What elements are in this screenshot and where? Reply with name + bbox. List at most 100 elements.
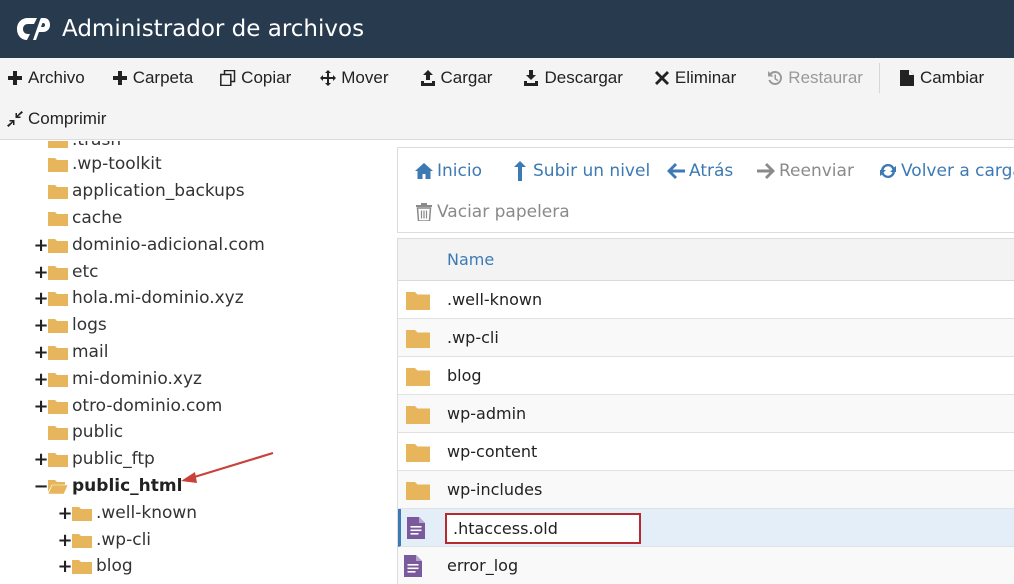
refresh-icon [878, 161, 898, 181]
file-name: blog [447, 366, 482, 385]
file-icon [898, 69, 916, 87]
folder-icon [406, 290, 430, 310]
expand-icon[interactable]: + [57, 556, 72, 577]
tree-item[interactable]: + hola.mi-dominio.xyz [33, 285, 244, 311]
file-list-table: Name .well-known .wp-cli blog wp-admin wp-co… [397, 238, 1014, 584]
toolbar-row-1: Archivo Carpeta Copiar Mover Cargar Desc… [0, 58, 984, 98]
table-row[interactable]: wp-content [398, 433, 1014, 471]
table-row[interactable]: wp-admin [398, 395, 1014, 433]
trash-icon [414, 202, 434, 222]
tree-item[interactable]: − public_html [33, 473, 182, 499]
annotation-arrow [181, 451, 274, 483]
tree-item[interactable]: + .well-known [57, 500, 198, 526]
plus-icon [6, 69, 24, 87]
expand-icon[interactable]: + [57, 503, 72, 524]
collapse-icon[interactable]: − [33, 476, 48, 497]
expand-icon[interactable]: + [33, 235, 48, 256]
tree-item[interactable]: + .wp-cli [57, 527, 152, 553]
expand-icon[interactable]: + [33, 288, 48, 309]
folder-icon [48, 264, 68, 280]
toolbar-divider [878, 63, 880, 93]
arrow-left-icon [666, 161, 686, 181]
delete-button[interactable]: Eliminar [653, 58, 736, 98]
copy-icon [219, 69, 237, 87]
folder-icon [48, 237, 68, 253]
restore-button[interactable]: Restaurar [766, 58, 863, 98]
upload-icon [419, 69, 437, 87]
up-one-level-button[interactable]: Subir un nivel [510, 161, 650, 181]
table-row[interactable]: .well-known [398, 281, 1014, 319]
tree-item[interactable]: cache [48, 205, 122, 231]
table-row[interactable] [398, 509, 1014, 547]
file-name: wp-admin [447, 404, 527, 423]
expand-icon[interactable]: + [33, 396, 48, 417]
tree-item[interactable]: .wp-toolkit [48, 151, 162, 177]
compress-button[interactable]: Comprimir [6, 99, 106, 139]
rename-input[interactable] [445, 513, 641, 544]
expand-icon[interactable]: + [33, 369, 48, 390]
tree-item-label: cache [72, 208, 123, 228]
back-button[interactable]: Atrás [666, 161, 733, 181]
table-row[interactable]: .wp-cli [398, 319, 1014, 357]
restore-icon [766, 69, 784, 87]
tree-item-label: application_backups [72, 181, 245, 201]
folder-icon [72, 558, 92, 574]
reload-button[interactable]: Volver a cargar [878, 161, 1014, 181]
folder-icon [406, 328, 430, 348]
upload-button[interactable]: Cargar [419, 58, 492, 98]
expand-icon[interactable]: + [33, 262, 48, 283]
tree-item-label: public_ftp [72, 449, 155, 469]
table-header: Name [398, 239, 1014, 281]
download-icon [522, 69, 540, 87]
forward-button[interactable]: Reenviar [756, 161, 854, 181]
tree-item[interactable]: + mi-dominio.xyz [33, 366, 202, 392]
copy-button[interactable]: Copiar [219, 58, 291, 98]
file-name: .wp-cli [447, 328, 499, 347]
download-button[interactable]: Descargar [522, 58, 623, 98]
folder-icon [406, 366, 430, 386]
new-folder-button[interactable]: Carpeta [111, 58, 193, 98]
folder-open-icon [48, 478, 68, 494]
expand-icon[interactable]: + [33, 315, 48, 336]
folder-icon [48, 317, 68, 333]
tree-item-label: public [72, 422, 124, 442]
tree-item-label: .well-known [96, 503, 198, 523]
folder-icon [48, 424, 68, 440]
table-row[interactable]: wp-includes [398, 471, 1014, 509]
folder-icon [406, 404, 430, 424]
tree-item[interactable]: public [48, 419, 123, 445]
folder-icon [48, 210, 68, 226]
new-file-button[interactable]: Archivo [6, 58, 85, 98]
tree-item-label: logs [72, 315, 107, 335]
tree-item[interactable]: application_backups [48, 178, 245, 204]
empty-trash-button[interactable]: Vaciar papelera [414, 202, 570, 222]
folder-icon [48, 371, 68, 387]
table-row[interactable]: blog [398, 357, 1014, 395]
close-icon [653, 69, 671, 87]
expand-icon[interactable]: + [33, 449, 48, 470]
tree-item-label: dominio-adicional.com [72, 235, 265, 255]
home-button[interactable]: Inicio [414, 161, 482, 181]
compress-icon [6, 110, 24, 128]
cpanel-logo-icon[interactable] [12, 9, 52, 49]
tree-item[interactable]: + blog [57, 553, 132, 579]
folder-icon [406, 442, 430, 462]
move-button[interactable]: Mover [319, 58, 389, 98]
table-row[interactable]: error_log [398, 547, 1014, 584]
tree-item[interactable]: + public_ftp [33, 446, 155, 472]
file-name: wp-includes [447, 480, 543, 499]
tree-item-label: .wp-cli [96, 530, 152, 550]
tree-item[interactable]: + logs [33, 312, 107, 338]
tree-item[interactable]: + mail [33, 339, 109, 365]
tree-item[interactable]: + dominio-adicional.com [33, 232, 265, 258]
tree-item-label: hola.mi-dominio.xyz [72, 288, 244, 308]
tree-item[interactable]: + otro-dominio.com [33, 393, 222, 419]
tree-item-label: mail [72, 342, 109, 362]
file-name: .well-known [447, 290, 543, 309]
column-header-name[interactable]: Name [447, 250, 494, 269]
change-permissions-button[interactable]: Cambiar [898, 58, 984, 98]
tree-item[interactable]: + etc [33, 259, 98, 285]
expand-icon[interactable]: + [33, 342, 48, 363]
folder-icon [48, 451, 68, 467]
expand-icon[interactable]: + [57, 530, 72, 551]
